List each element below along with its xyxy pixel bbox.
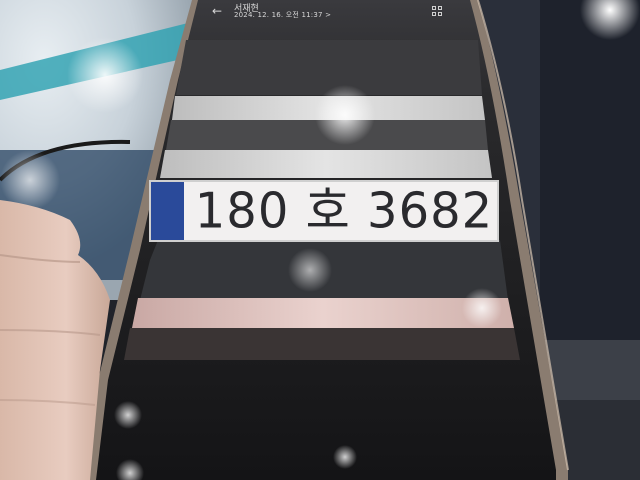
pink-stripe — [132, 298, 514, 328]
grid-view-icon[interactable] — [432, 6, 443, 17]
photo-datetime[interactable]: 2024. 12. 16. 오전 11:37 > — [234, 10, 331, 20]
ceiling-light — [67, 37, 143, 113]
white-stripe — [160, 150, 492, 178]
photo-scene: ← 서재현 2024. 12. 16. 오전 11:37 > 180 호 368… — [0, 0, 640, 480]
plate-number: 180 호 3682 — [194, 182, 494, 240]
screen-glare — [315, 85, 375, 145]
screen-glare — [288, 248, 332, 292]
plate-container: 180 호 3682 — [150, 181, 498, 241]
back-arrow-icon[interactable]: ← — [212, 4, 222, 18]
screen-glare — [462, 288, 502, 328]
